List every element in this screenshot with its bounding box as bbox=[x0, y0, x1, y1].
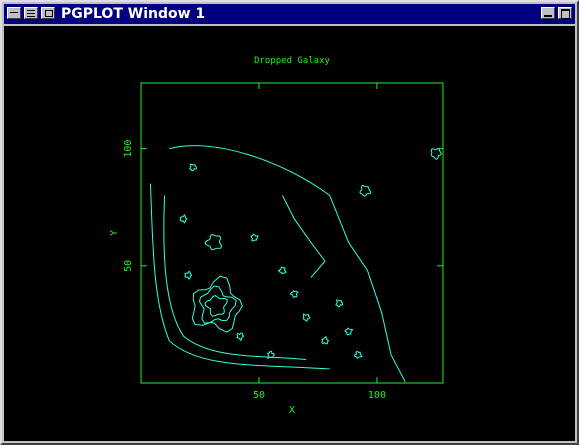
outer-contour bbox=[169, 145, 406, 383]
blob-contour bbox=[189, 163, 197, 172]
pgplot-window: PGPLOT Window 1 Dropped Galaxy 50 100 50 100… bbox=[0, 0, 579, 445]
chart-title: Dropped Galaxy bbox=[254, 56, 330, 66]
system-menu-button[interactable] bbox=[7, 7, 21, 19]
blob-contour bbox=[184, 270, 193, 280]
blob-contour bbox=[302, 313, 311, 322]
title-bar[interactable]: PGPLOT Window 1 bbox=[4, 4, 575, 24]
knot-contour bbox=[430, 147, 442, 160]
y-axis-label: Y bbox=[109, 230, 120, 236]
y-tick-label: 50 bbox=[123, 260, 134, 272]
x-axis-label: X bbox=[289, 405, 295, 416]
core-ring-contour bbox=[204, 295, 228, 317]
blob-contour bbox=[344, 327, 354, 336]
core-ring-contour bbox=[191, 275, 243, 333]
blob-contour bbox=[236, 332, 245, 342]
y-tick-label: 100 bbox=[123, 140, 134, 158]
knot-contour bbox=[359, 184, 372, 197]
inner-arc-contour bbox=[163, 195, 307, 361]
knot-contour bbox=[204, 234, 223, 251]
blob-contour bbox=[179, 213, 188, 224]
inner-arc-contour bbox=[149, 183, 330, 370]
maximize-icon[interactable] bbox=[558, 7, 572, 19]
plot-canvas: Dropped Galaxy 50 100 50 100 X Y bbox=[4, 26, 575, 441]
blob-contour bbox=[289, 289, 299, 299]
blob-contour bbox=[250, 233, 259, 242]
contour-plot: Dropped Galaxy 50 100 50 100 X Y bbox=[109, 56, 444, 416]
minimize-icon[interactable] bbox=[541, 7, 555, 19]
window-title: PGPLOT Window 1 bbox=[61, 6, 206, 22]
menu-icon[interactable] bbox=[24, 7, 38, 19]
blob-contour bbox=[277, 266, 287, 275]
restore-icon[interactable] bbox=[41, 7, 55, 19]
blob-contour bbox=[354, 350, 363, 359]
x-tick-label: 100 bbox=[368, 390, 386, 401]
ridge-contour bbox=[282, 195, 326, 278]
blob-contour bbox=[321, 335, 330, 345]
blob-contour bbox=[335, 299, 344, 308]
contour-lines bbox=[149, 145, 442, 383]
x-tick-label: 50 bbox=[253, 390, 265, 401]
